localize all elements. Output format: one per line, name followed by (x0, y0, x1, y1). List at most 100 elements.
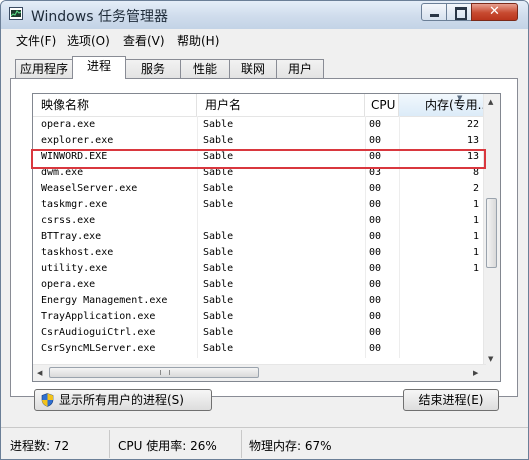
process-cpu-cell: 00 (369, 135, 382, 146)
process-user-cell: Sable (203, 199, 234, 210)
tab-networking[interactable]: 联网 (229, 59, 277, 78)
task-manager-window: Windows 任务管理器 ✕ 文件(F) 选项(O) 查看(V) 帮助(H) … (0, 0, 529, 460)
column-cpu[interactable]: CPU (365, 94, 399, 116)
status-physical-memory: 物理内存: 67% (249, 439, 332, 453)
process-name-cell: TrayApplication.exe (41, 311, 156, 322)
status-cpu-usage: CPU 使用率: 26% (118, 439, 217, 453)
table-row[interactable]: BTTray.exe Sable 00 1 (33, 229, 495, 245)
table-row[interactable]: WeaselServer.exe Sable 00 2 (33, 181, 495, 197)
minimize-icon (430, 14, 439, 17)
column-image-name[interactable]: 映像名称 (33, 94, 197, 116)
process-memory-cell: 1 (472, 199, 479, 210)
scroll-left-icon[interactable]: ◀ (37, 368, 42, 378)
process-name-cell: Energy Management.exe (41, 295, 168, 306)
table-row[interactable]: explorer.exe Sable 00 13 (33, 133, 495, 149)
process-user-cell: Sable (203, 231, 234, 242)
tab-services[interactable]: 服务 (125, 59, 181, 78)
end-process-button[interactable]: 结束进程(E) (403, 389, 499, 411)
table-row[interactable]: taskmgr.exe Sable 00 1 (33, 197, 495, 213)
menu-view[interactable]: 查看(V) (123, 32, 165, 49)
process-user-cell: Sable (203, 247, 234, 258)
tab-processes[interactable]: 进程 (72, 56, 126, 79)
scroll-right-icon[interactable]: ▶ (473, 368, 478, 378)
process-user-cell (203, 213, 363, 229)
sort-down-icon: ▼ (457, 94, 463, 102)
process-name-cell: utility.exe (41, 263, 108, 274)
process-cpu-cell: 00 (369, 183, 382, 194)
table-row[interactable]: CsrSyncMLServer.exe Sable 00 (33, 341, 495, 357)
menu-options[interactable]: 选项(O) (67, 32, 110, 49)
show-all-processes-label: 显示所有用户的进程(S) (59, 393, 184, 407)
table-row[interactable]: csrss.exe 00 1 (33, 213, 495, 229)
column-user-name[interactable]: 用户名 (197, 94, 365, 116)
process-user-cell: Sable (203, 343, 234, 354)
process-memory-cell: 1 (472, 215, 479, 226)
uac-shield-icon (41, 393, 54, 407)
scroll-up-icon[interactable]: ▲ (488, 97, 493, 107)
scroll-down-icon[interactable]: ▼ (488, 354, 493, 364)
process-name-cell: opera.exe (41, 119, 96, 130)
scroll-grip-icon (160, 370, 170, 375)
process-user-cell: Sable (203, 295, 234, 306)
table-row[interactable]: Energy Management.exe Sable 00 (33, 293, 495, 309)
table-row[interactable]: utility.exe Sable 00 1 (33, 261, 495, 277)
table-row[interactable]: taskhost.exe Sable 00 1 (33, 245, 495, 261)
process-user-cell: Sable (203, 311, 234, 322)
task-manager-icon (9, 7, 23, 20)
process-name-cell: taskhost.exe (41, 247, 114, 258)
table-row[interactable]: CsrAudioguiCtrl.exe Sable 00 (33, 325, 495, 341)
process-user-cell: Sable (203, 263, 234, 274)
title-bar[interactable]: Windows 任务管理器 ✕ (1, 1, 528, 29)
process-memory-cell (399, 293, 479, 309)
process-name-cell: CsrAudioguiCtrl.exe (41, 327, 156, 338)
tab-performance[interactable]: 性能 (180, 59, 230, 78)
table-row[interactable]: opera.exe Sable 00 (33, 277, 495, 293)
list-header: 映像名称 用户名 CPU ▼ 内存(专用... (33, 94, 495, 117)
process-user-cell: Sable (203, 327, 234, 338)
status-process-count: 进程数: 72 (10, 439, 70, 453)
process-name-cell: taskmgr.exe (41, 199, 108, 210)
process-memory-cell: 1 (472, 231, 479, 242)
process-name-cell: WeaselServer.exe (41, 183, 138, 194)
process-list[interactable]: 映像名称 用户名 CPU ▼ 内存(专用... opera.exe Sable 00… (32, 93, 501, 382)
close-button[interactable]: ✕ (471, 3, 518, 21)
vertical-scroll-thumb[interactable] (486, 198, 497, 268)
process-cpu-cell: 00 (369, 311, 382, 322)
tab-users[interactable]: 用户 (276, 59, 324, 78)
process-cpu-cell: 00 (369, 263, 382, 274)
close-icon: ✕ (489, 4, 500, 19)
process-cpu-cell: 00 (369, 199, 382, 210)
process-memory-cell: 2 (472, 183, 479, 194)
process-user-cell: Sable (203, 183, 234, 194)
process-memory-cell: 22 (466, 119, 479, 130)
process-cpu-cell: 00 (369, 327, 382, 338)
menu-file[interactable]: 文件(F) (16, 32, 56, 49)
process-memory-cell (399, 277, 479, 293)
status-divider (109, 430, 110, 458)
process-memory-cell: 1 (472, 263, 479, 274)
column-memory[interactable]: ▼ 内存(专用... (399, 94, 485, 116)
maximize-button[interactable] (446, 3, 472, 21)
process-cpu-cell: 00 (369, 295, 382, 306)
table-row[interactable]: TrayApplication.exe Sable 00 (33, 309, 495, 325)
process-cpu-cell: 00 (369, 279, 382, 290)
minimize-button[interactable] (421, 3, 447, 21)
process-cpu-cell: 00 (369, 119, 382, 130)
menu-bar: 文件(F) 选项(O) 查看(V) 帮助(H) (1, 29, 528, 51)
table-row[interactable]: opera.exe Sable 00 22 (33, 117, 495, 133)
tab-applications[interactable]: 应用程序 (15, 59, 73, 78)
process-name-cell: CsrSyncMLServer.exe (41, 343, 156, 354)
menu-help[interactable]: 帮助(H) (177, 32, 219, 49)
process-name-cell: explorer.exe (41, 135, 114, 146)
column-memory-label: 内存(专用... (425, 98, 485, 112)
status-bar: 进程数: 72 CPU 使用率: 26% 物理内存: 67% (1, 427, 528, 459)
maximize-icon (455, 7, 467, 20)
show-all-processes-button[interactable]: 显示所有用户的进程(S) (34, 389, 212, 411)
process-memory-cell: 1 (472, 247, 479, 258)
horizontal-scroll-thumb[interactable] (49, 367, 259, 378)
horizontal-scrollbar[interactable]: ◀ ▶ (33, 364, 486, 381)
highlight-box (31, 149, 486, 169)
process-user-cell: Sable (203, 279, 234, 290)
status-divider (241, 430, 242, 458)
vertical-scrollbar[interactable]: ▲ ▼ (483, 94, 500, 367)
